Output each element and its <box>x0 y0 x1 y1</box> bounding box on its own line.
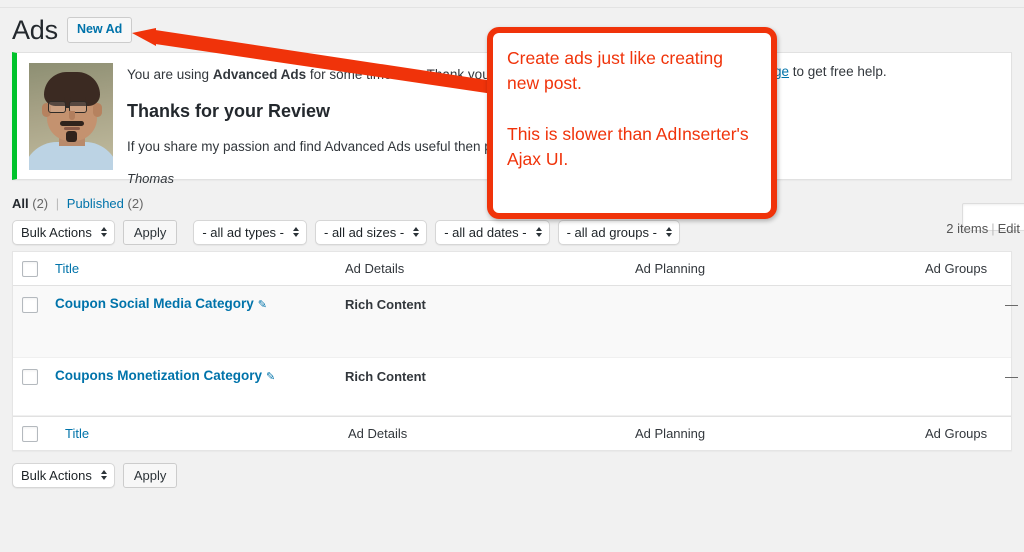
filter-ad-groups-label: - all ad groups - <box>566 224 657 240</box>
row-title-cell: Coupon Social Media Category ✎ <box>55 286 345 311</box>
row-title-cell: Coupons Monetization Category ✎ <box>55 358 345 383</box>
select-all-checkbox-bottom[interactable] <box>22 425 38 442</box>
bulk-actions-label-top: Bulk Actions <box>21 224 92 240</box>
filter-ad-dates-select[interactable]: - all ad dates - <box>435 219 550 245</box>
notice-intro-suffix: for some time now. Thank you. If <box>306 67 505 82</box>
select-all-cell-top <box>13 260 55 277</box>
annotation-line-2: This is slower than AdInserter's Ajax UI… <box>507 123 749 169</box>
chevron-updown-icon <box>413 227 420 237</box>
page-title: Ads <box>12 14 58 45</box>
row-ad-groups-value: — <box>1005 297 1018 312</box>
view-all-label[interactable]: All <box>12 196 29 211</box>
tablenav-top: Bulk Actions Apply - all ad types - - al… <box>12 217 1024 247</box>
column-footer-ad-groups-label: Ad Groups <box>925 426 988 441</box>
notice-intro-prefix: You are using <box>127 67 213 82</box>
column-header-ad-planning-label: Ad Planning <box>635 261 706 276</box>
top-strip <box>0 0 1024 8</box>
view-published-count: (2) <box>127 196 144 211</box>
view-all-count: (2) <box>32 196 49 211</box>
chevron-updown-icon <box>293 227 300 237</box>
column-footer-ad-planning: Ad Planning <box>635 426 925 441</box>
table-header-row: Title Ad Details Ad Planning Ad Groups <box>13 252 1011 286</box>
items-count-divider: | <box>991 221 995 236</box>
row-checkbox[interactable] <box>22 369 38 385</box>
column-footer-ad-details: Ad Details <box>345 426 635 441</box>
items-count-display: 2 items | Edit <box>946 221 1020 236</box>
thomas-avatar <box>29 63 113 170</box>
table-row[interactable]: Coupons Monetization Category ✎ Rich Cont… <box>13 358 1018 416</box>
row-ad-planning-cell <box>635 358 925 369</box>
view-published-link[interactable]: Published <box>67 196 124 211</box>
row-select-cell <box>13 358 55 385</box>
table-row[interactable]: Coupon Social Media Category ✎ Rich Conte… <box>13 286 1018 358</box>
views-separator: | <box>55 196 60 211</box>
apply-button-top[interactable]: Apply <box>122 219 178 245</box>
new-ad-button[interactable]: New Ad <box>66 17 133 43</box>
column-header-title[interactable]: Title <box>55 261 345 276</box>
pencil-icon[interactable]: ✎ <box>258 298 267 311</box>
filter-ad-sizes-select[interactable]: - all ad sizes - <box>315 219 428 245</box>
table-footer-row: Title Ad Details Ad Planning Ad Groups <box>13 416 1011 450</box>
bulk-actions-select-bottom[interactable]: Bulk Actions <box>12 462 115 488</box>
select-all-cell-bottom <box>13 425 55 442</box>
row-ad-groups-value: — <box>1005 369 1018 384</box>
notice-help-fragment: ge to get free help. <box>774 64 887 79</box>
row-ad-details-cell: Rich Content <box>345 286 635 312</box>
row-ad-planning-cell <box>635 286 925 297</box>
chevron-updown-icon <box>100 227 107 237</box>
select-all-checkbox-top[interactable] <box>22 260 38 277</box>
pencil-icon[interactable]: ✎ <box>266 370 275 383</box>
notice-plugin-name: Advanced Ads <box>212 67 307 82</box>
filter-ad-types-select[interactable]: - all ad types - <box>193 219 308 245</box>
column-footer-ad-groups: Ad Groups <box>925 426 1011 441</box>
ads-list-table: Title Ad Details Ad Planning Ad Groups C… <box>12 251 1018 451</box>
notice-help-tail: to get free help. <box>789 64 887 79</box>
column-header-title-label: Title <box>55 261 80 276</box>
filter-ad-sizes-label: - all ad sizes - <box>324 224 405 240</box>
bulk-actions-label-bottom: Bulk Actions <box>21 467 92 483</box>
annotation-line-1: Create ads just like creating new post. <box>507 48 723 93</box>
tablenav-bottom: Bulk Actions Apply <box>12 460 1024 490</box>
edit-columns-link[interactable]: Edit <box>998 221 1020 236</box>
row-ad-groups-cell: — <box>925 286 1018 312</box>
apply-button-bottom[interactable]: Apply <box>122 462 178 488</box>
filter-ad-dates-label: - all ad dates - <box>444 224 527 240</box>
row-ad-details-cell: Rich Content <box>345 358 635 384</box>
row-ad-details-value: Rich Content <box>345 369 426 384</box>
column-footer-ad-planning-label: Ad Planning <box>635 426 706 441</box>
chevron-updown-icon <box>100 470 107 480</box>
chevron-updown-icon <box>535 227 542 237</box>
column-header-ad-details: Ad Details <box>345 261 635 276</box>
column-footer-ad-details-label: Ad Details <box>348 426 408 441</box>
column-header-ad-groups: Ad Groups <box>925 261 1011 276</box>
bulk-actions-select-top[interactable]: Bulk Actions <box>12 219 115 245</box>
chevron-updown-icon <box>665 227 672 237</box>
column-header-ad-groups-label: Ad Groups <box>925 261 988 276</box>
row-title-link[interactable]: Coupons Monetization Category <box>55 358 262 383</box>
row-checkbox[interactable] <box>22 297 38 313</box>
row-ad-details-value: Rich Content <box>345 297 426 312</box>
column-header-ad-planning: Ad Planning <box>635 261 925 276</box>
row-ad-groups-cell: — <box>925 358 1018 384</box>
filter-ad-types-label: - all ad types - <box>202 224 285 240</box>
items-count-value: 2 items <box>946 221 989 236</box>
annotation-callout: Create ads just like creating new post. … <box>487 27 777 219</box>
column-footer-title-label: Title <box>65 426 90 441</box>
filter-ad-groups-select[interactable]: - all ad groups - <box>557 219 680 245</box>
column-footer-title[interactable]: Title <box>55 426 345 441</box>
row-title-link[interactable]: Coupon Social Media Category <box>55 286 254 311</box>
column-header-ad-details-label: Ad Details <box>345 261 405 276</box>
row-select-cell <box>13 286 55 313</box>
